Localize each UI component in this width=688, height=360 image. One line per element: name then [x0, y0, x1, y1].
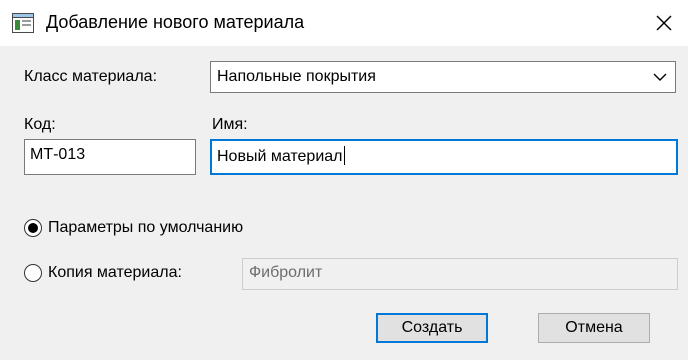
name-label: Имя: — [212, 116, 248, 133]
material-class-value: Напольные покрытия — [217, 68, 376, 85]
default-params-label: Параметры по умолчанию — [48, 219, 244, 236]
copy-material-radio[interactable]: Копия материала: — [24, 264, 182, 282]
cancel-button[interactable]: Отмена — [538, 313, 650, 343]
code-label: Код: — [24, 116, 56, 133]
copy-material-label: Копия материала: — [48, 264, 182, 281]
radio-copy-unchecked[interactable] — [24, 264, 42, 282]
copy-material-value: Фибролит — [249, 264, 323, 281]
copy-material-input: Фибролит — [242, 258, 678, 290]
material-class-label: Класс материала: — [24, 68, 158, 85]
create-button[interactable]: Создать — [376, 313, 488, 343]
code-value: МТ-013 — [30, 146, 86, 163]
close-button[interactable] — [640, 0, 688, 46]
text-cursor — [343, 146, 345, 165]
default-params-radio[interactable]: Параметры по умолчанию — [24, 219, 243, 237]
radio-default-checked[interactable] — [24, 219, 42, 237]
close-icon — [656, 15, 672, 31]
add-material-dialog: Добавление нового материала Класс матери… — [0, 0, 688, 360]
code-input[interactable]: МТ-013 — [24, 139, 196, 175]
chevron-down-icon — [653, 73, 667, 81]
window-title: Добавление нового материала — [46, 12, 305, 32]
window-app-icon — [12, 13, 34, 33]
name-input[interactable]: Новый материал — [210, 139, 678, 175]
name-value: Новый материал — [217, 148, 343, 165]
title-bar: Добавление нового материала — [0, 0, 688, 46]
material-class-select[interactable]: Напольные покрытия — [210, 61, 676, 93]
